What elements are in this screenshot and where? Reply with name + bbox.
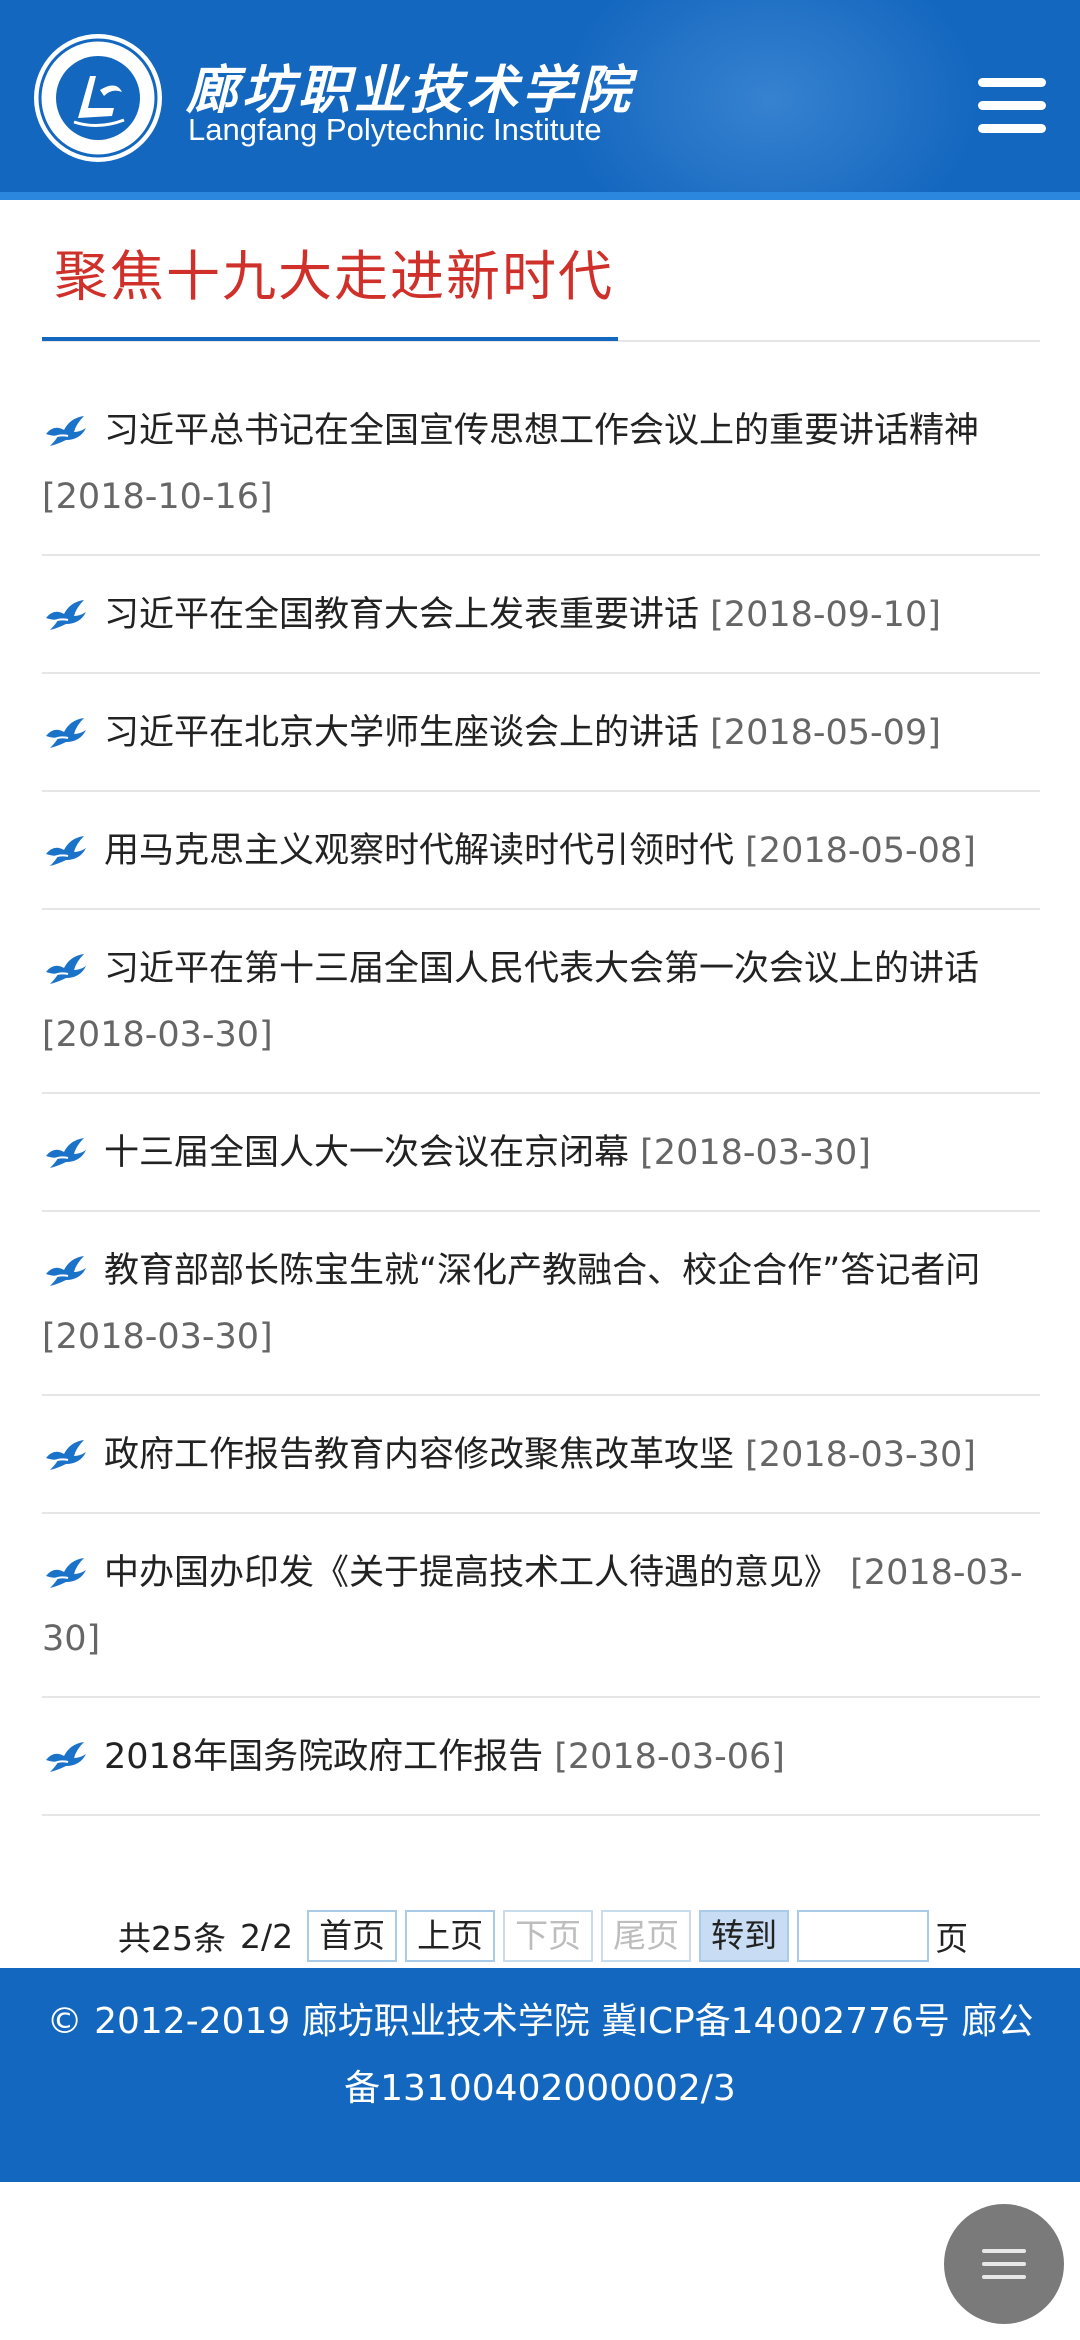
- news-title[interactable]: 用马克思主义观察时代解读时代引领时代: [104, 831, 734, 871]
- prev-page-button[interactable]: 上页: [405, 1910, 496, 1962]
- page-suffix-label: 页: [935, 1919, 969, 1958]
- bird-bullet-icon: [44, 1244, 88, 1286]
- news-title-link[interactable]: 十三届全国人大一次会议在京闭幕: [104, 1133, 629, 1173]
- section-title-underline: [42, 337, 618, 341]
- bird-bullet-icon: [44, 1546, 88, 1588]
- fab-bar: [982, 2275, 1026, 2279]
- college-seal-logo[interactable]: [30, 30, 166, 166]
- menu-bar: [978, 78, 1046, 87]
- page-number-input[interactable]: [797, 1910, 930, 1962]
- news-title-link[interactable]: 政府工作报告教育内容修改聚焦改革攻坚: [104, 1435, 734, 1475]
- news-list-item[interactable]: 习近平在全国教育大会上发表重要讲话 [2018-09-10]: [42, 556, 1040, 674]
- section-title: 聚焦十九大走进新时代: [54, 245, 614, 308]
- news-date: [2018-10-16]: [42, 477, 273, 517]
- bird-bullet-icon: [44, 1730, 88, 1772]
- news-title-link[interactable]: 习近平在第十三届全国人民代表大会第一次会议上的讲话: [104, 949, 979, 989]
- news-title[interactable]: 习近平在北京大学师生座谈会上的讲话: [104, 713, 699, 753]
- site-footer: © 2012-2019 廊坊职业技术学院 冀ICP备14002776号 廊公备1…: [0, 1968, 1080, 2182]
- news-title-link[interactable]: 习近平总书记在全国宣传思想工作会议上的重要讲话精神: [104, 411, 979, 451]
- news-date: [2018-03-30]: [42, 1317, 273, 1357]
- first-page-button[interactable]: 首页: [307, 1910, 398, 1962]
- pagination: 共25条 2/2 首页 上页 下页 尾页 转到 页: [118, 1908, 968, 1964]
- bird-bullet-icon: [44, 942, 88, 984]
- news-list-item[interactable]: 2018年国务院政府工作报告 [2018-03-06]: [42, 1698, 1040, 1816]
- hamburger-menu-icon[interactable]: [972, 72, 1052, 144]
- menu-bar: [978, 101, 1046, 110]
- fab-bar: [982, 2262, 1026, 2266]
- pagination-total: 共25条: [118, 1919, 226, 1958]
- news-title[interactable]: 中办国办印发《关于提高技术工人待遇的意见》: [104, 1553, 839, 1593]
- news-list-item[interactable]: 中办国办印发《关于提高技术工人待遇的意见》 [2018-03-30]: [42, 1514, 1040, 1698]
- news-title[interactable]: 2018年国务院政府工作报告: [104, 1737, 543, 1777]
- bird-bullet-icon: [44, 1428, 88, 1470]
- news-date: [2018-03-30]: [640, 1133, 871, 1173]
- header-bottom-strip: [0, 192, 1080, 200]
- news-list-item[interactable]: 政府工作报告教育内容修改聚焦改革攻坚 [2018-03-30]: [42, 1396, 1040, 1514]
- news-list-item[interactable]: 十三届全国人大一次会议在京闭幕 [2018-03-30]: [42, 1094, 1040, 1212]
- next-page-button[interactable]: 下页: [503, 1910, 594, 1962]
- news-date: [2018-03-30]: [745, 1435, 976, 1475]
- bird-bullet-icon: [44, 824, 88, 866]
- news-title-link[interactable]: 中办国办印发《关于提高技术工人待遇的意见》: [104, 1553, 839, 1593]
- news-title[interactable]: 习近平总书记在全国宣传思想工作会议上的重要讲话精神: [104, 411, 979, 451]
- news-title-link[interactable]: 2018年国务院政府工作报告: [104, 1737, 543, 1777]
- news-date: [2018-03-06]: [554, 1737, 785, 1777]
- floating-menu-icon[interactable]: [944, 2204, 1064, 2324]
- news-list-item[interactable]: 用马克思主义观察时代解读时代引领时代 [2018-05-08]: [42, 792, 1040, 910]
- fab-bar: [982, 2249, 1026, 2253]
- news-title-link[interactable]: 习近平在全国教育大会上发表重要讲话: [104, 595, 699, 635]
- news-title[interactable]: 习近平在全国教育大会上发表重要讲话: [104, 595, 699, 635]
- news-list-item[interactable]: 习近平总书记在全国宣传思想工作会议上的重要讲话精神 [2018-10-16]: [42, 372, 1040, 556]
- bird-bullet-icon: [44, 706, 88, 748]
- news-title-link[interactable]: 用马克思主义观察时代解读时代引领时代: [104, 831, 734, 871]
- pagination-page: 2/2: [240, 1916, 294, 1956]
- menu-bar: [978, 124, 1046, 133]
- news-date: [2018-09-10]: [710, 595, 941, 635]
- news-list-item[interactable]: 习近平在北京大学师生座谈会上的讲话 [2018-05-09]: [42, 674, 1040, 792]
- site-header: 廊坊职业技术学院 Langfang Polytechnic Institute: [0, 0, 1080, 200]
- news-date: [2018-05-09]: [710, 713, 941, 753]
- news-date: [2018-05-08]: [745, 831, 976, 871]
- last-page-button[interactable]: 尾页: [601, 1910, 692, 1962]
- bird-bullet-icon: [44, 588, 88, 630]
- go-to-page-button[interactable]: 转到: [699, 1910, 790, 1962]
- news-title[interactable]: 习近平在第十三届全国人民代表大会第一次会议上的讲话: [104, 949, 979, 989]
- news-title[interactable]: 教育部部长陈宝生就“深化产教融合、校企合作”答记者问: [104, 1251, 980, 1291]
- college-name-english[interactable]: Langfang Polytechnic Institute: [188, 112, 602, 148]
- news-list: 习近平总书记在全国宣传思想工作会议上的重要讲话精神 [2018-10-16] 习近…: [42, 372, 1040, 1816]
- footer-copyright: © 2012-2019 廊坊职业技术学院 冀ICP备14002776号 廊公备1…: [46, 2001, 1034, 2109]
- news-title[interactable]: 十三届全国人大一次会议在京闭幕: [104, 1133, 629, 1173]
- news-list-item[interactable]: 教育部部长陈宝生就“深化产教融合、校企合作”答记者问 [2018-03-30]: [42, 1212, 1040, 1396]
- bird-bullet-icon: [44, 404, 88, 446]
- bird-bullet-icon: [44, 1126, 88, 1168]
- news-title-link[interactable]: 教育部部长陈宝生就“深化产教融合、校企合作”答记者问: [104, 1251, 980, 1291]
- news-list-item[interactable]: 习近平在第十三届全国人民代表大会第一次会议上的讲话 [2018-03-30]: [42, 910, 1040, 1094]
- news-title-link[interactable]: 习近平在北京大学师生座谈会上的讲话: [104, 713, 699, 753]
- news-date: [2018-03-30]: [42, 1015, 273, 1055]
- news-title[interactable]: 政府工作报告教育内容修改聚焦改革攻坚: [104, 1435, 734, 1475]
